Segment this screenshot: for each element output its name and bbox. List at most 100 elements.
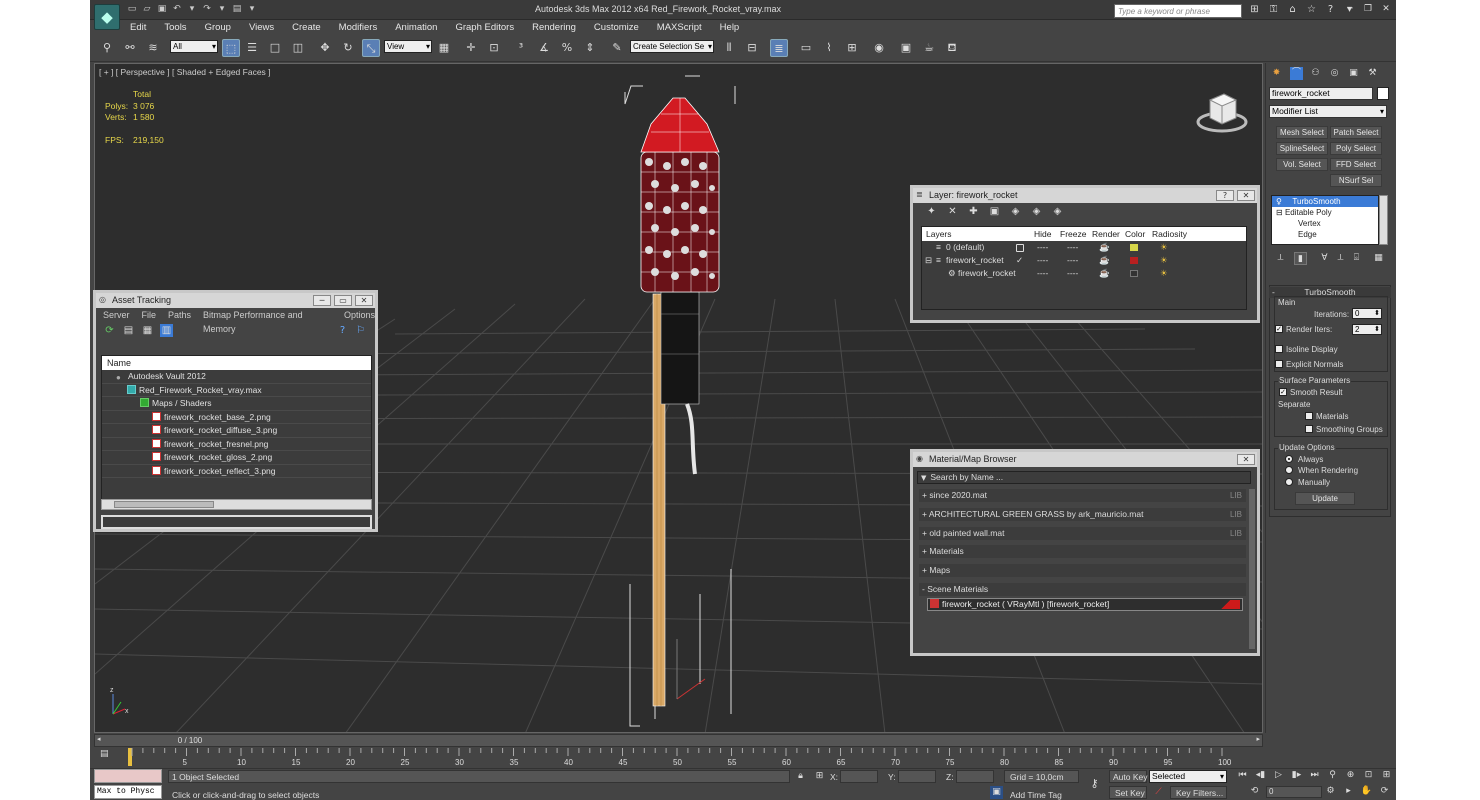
render-iters-spinner[interactable]: 2 xyxy=(1352,324,1382,335)
maxscript-listener-input[interactable] xyxy=(94,769,162,783)
spline-select-button[interactable]: SplineSelect xyxy=(1276,142,1328,155)
menu-help[interactable]: Help xyxy=(720,20,740,35)
material-browser-titlebar[interactable]: ◉ Material/Map Browser ✕ xyxy=(913,452,1257,467)
material-library-since-2020[interactable]: + since 2020.mat LIB xyxy=(919,489,1246,502)
menu-group[interactable]: Group xyxy=(205,20,231,35)
absolute-mode-icon[interactable]: ⊞ xyxy=(813,770,826,783)
asset-horizontal-scrollbar[interactable] xyxy=(101,499,372,510)
always-radio[interactable] xyxy=(1285,455,1293,463)
collapse-icon[interactable]: ⊟ xyxy=(925,254,932,267)
list-view-icon[interactable]: ▤ xyxy=(122,324,135,337)
ffd-select-button[interactable]: FFD Select xyxy=(1330,158,1382,171)
asset-help-icon[interactable]: ? xyxy=(336,324,349,337)
separate-materials-checkbox[interactable] xyxy=(1305,412,1313,420)
new-file-icon[interactable]: ▭ xyxy=(126,3,138,15)
render-production-icon[interactable]: ⛾ xyxy=(943,39,961,57)
close-icon[interactable]: ✕ xyxy=(1378,3,1394,16)
menu-animation[interactable]: Animation xyxy=(395,20,437,35)
slider-next-icon[interactable]: ▸ xyxy=(1256,735,1260,743)
layer-row-default[interactable]: ≡ 0 (default) ---- ---- ☕ ☀ xyxy=(922,241,1246,254)
schematic-view-icon[interactable]: ⊞ xyxy=(843,39,861,57)
asset-tracking-titlebar[interactable]: ◎ Asset Tracking ─ ▭ ✕ xyxy=(96,293,375,308)
render-teapot-icon[interactable]: ☕ xyxy=(1099,241,1110,254)
render-iters-checkbox[interactable]: ✓ xyxy=(1275,325,1283,333)
stack-item-vertex[interactable]: Vertex xyxy=(1272,218,1378,229)
col-freeze[interactable]: Freeze xyxy=(1060,227,1086,241)
select-by-name-icon[interactable]: ☰ xyxy=(243,39,261,57)
isoline-checkbox[interactable] xyxy=(1275,345,1283,353)
set-key-mode-icon[interactable]: ⚷ xyxy=(1088,777,1101,790)
refresh-icon[interactable]: ⟳ xyxy=(103,324,116,337)
time-slider[interactable]: 0 / 100 ◂ ▸ xyxy=(94,734,1263,747)
layer-freeze[interactable]: ---- xyxy=(1067,254,1078,267)
zoom-extents-icon[interactable]: ⊡ xyxy=(1362,769,1375,782)
zoom-icon[interactable]: ⚲ xyxy=(1326,769,1339,782)
pan-view-icon[interactable]: ✋ xyxy=(1360,785,1373,798)
layer-freeze[interactable]: ---- xyxy=(1067,267,1078,280)
material-browser-scrollbar[interactable] xyxy=(1249,489,1255,649)
render-teapot-icon[interactable]: ☕ xyxy=(1099,267,1110,280)
show-end-result-icon[interactable]: ▮ xyxy=(1294,252,1307,265)
select-and-move-icon[interactable]: ✥ xyxy=(316,39,334,57)
material-group-scene-materials[interactable]: - Scene Materials xyxy=(919,583,1246,596)
window-crossing-icon[interactable]: ◫ xyxy=(289,39,307,57)
pivot-center-icon[interactable]: ▦ xyxy=(435,39,453,57)
col-render[interactable]: Render xyxy=(1092,227,1120,241)
orbit-icon[interactable]: ⟳ xyxy=(1378,785,1391,798)
reference-coord-dropdown[interactable]: View xyxy=(384,40,432,53)
keyboard-shortcut-icon[interactable]: ⊡ xyxy=(485,39,503,57)
graphite-ribbon-icon[interactable]: ▭ xyxy=(797,39,815,57)
menu-graph-editors[interactable]: Graph Editors xyxy=(455,20,514,35)
freeze-all-icon[interactable]: ◈ xyxy=(1051,205,1064,218)
maxscript-output[interactable]: Max to Physc xyxy=(94,785,162,799)
render-setup-icon[interactable]: ▣ xyxy=(897,39,915,57)
layer-titlebar[interactable]: ≣ Layer: firework_rocket ? ✕ xyxy=(913,188,1257,203)
qa-dropdown-icon[interactable]: ▾ xyxy=(246,3,258,15)
go-to-start-icon[interactable]: ⏮︎ xyxy=(1236,769,1249,782)
key-mode-toggle-icon[interactable]: ⟲ xyxy=(1248,785,1261,798)
radiosity-icon[interactable]: ☀ xyxy=(1160,267,1168,280)
save-file-icon[interactable]: ▣ xyxy=(156,3,168,15)
asset-menu-file[interactable]: File xyxy=(142,308,157,322)
display-tab-icon[interactable]: ▣ xyxy=(1347,67,1360,80)
layer-color-swatch[interactable] xyxy=(1130,270,1138,277)
asset-menu-bitmap[interactable]: Bitmap Performance and Memory xyxy=(203,308,332,334)
smooth-result-checkbox[interactable]: ✓ xyxy=(1279,388,1287,396)
make-unique-icon[interactable]: ∀ xyxy=(1318,252,1331,265)
expand-icon[interactable]: ⊟ xyxy=(1276,208,1285,217)
select-and-manipulate-icon[interactable]: ✛ xyxy=(462,39,480,57)
layer-close-icon[interactable]: ✕ xyxy=(1237,190,1255,201)
layer-hide[interactable]: ---- xyxy=(1037,241,1048,254)
add-to-layer-icon[interactable]: ✚ xyxy=(967,205,980,218)
nsurf-select-button[interactable]: NSurf Sel xyxy=(1330,174,1382,187)
asset-row-texture[interactable]: firework_rocket_base_2.png xyxy=(102,411,371,424)
asset-row-vault[interactable]: ● Autodesk Vault 2012 xyxy=(102,370,371,384)
redo-icon[interactable]: ↷ xyxy=(201,3,213,15)
slider-prev-icon[interactable]: ◂ xyxy=(97,735,101,743)
minimize-icon[interactable]: ─ xyxy=(1342,3,1358,16)
menu-create[interactable]: Create xyxy=(292,20,321,35)
asset-minimize-icon[interactable]: ─ xyxy=(313,295,331,306)
x-coordinate-field[interactable] xyxy=(840,770,878,783)
mesh-select-button[interactable]: Mesh Select xyxy=(1276,126,1328,139)
asset-menu-server[interactable]: Server xyxy=(103,308,130,322)
zoom-extents-all-icon[interactable]: ⊞ xyxy=(1380,769,1393,782)
asset-close-icon[interactable]: ✕ xyxy=(355,295,373,306)
menu-rendering[interactable]: Rendering xyxy=(532,20,576,35)
select-and-scale-icon[interactable]: ⤡ xyxy=(362,39,380,57)
restore-icon[interactable]: ❐ xyxy=(1360,3,1376,16)
highlight-layer-icon[interactable]: ◈ xyxy=(1009,205,1022,218)
current-layer-checkmark-icon[interactable]: ✓ xyxy=(1016,254,1023,267)
col-radiosity[interactable]: Radiosity xyxy=(1152,227,1187,241)
frame-counter[interactable]: 0 / 100 xyxy=(95,735,285,746)
selection-filter-dropdown[interactable]: All xyxy=(170,40,218,53)
col-layers[interactable]: Layers xyxy=(926,227,952,241)
create-layer-icon[interactable]: ✦ xyxy=(925,205,938,218)
named-selection-dropdown[interactable]: Create Selection Se xyxy=(630,40,714,53)
material-search-input[interactable]: ▼ Search by Name ... xyxy=(917,471,1251,484)
menu-customize[interactable]: Customize xyxy=(594,20,639,35)
key-icon[interactable]: ⚿ xyxy=(1267,3,1280,16)
menu-edit[interactable]: Edit xyxy=(130,20,146,35)
undo-icon[interactable]: ↶ xyxy=(171,3,183,15)
viewcube-icon[interactable] xyxy=(1196,84,1248,134)
